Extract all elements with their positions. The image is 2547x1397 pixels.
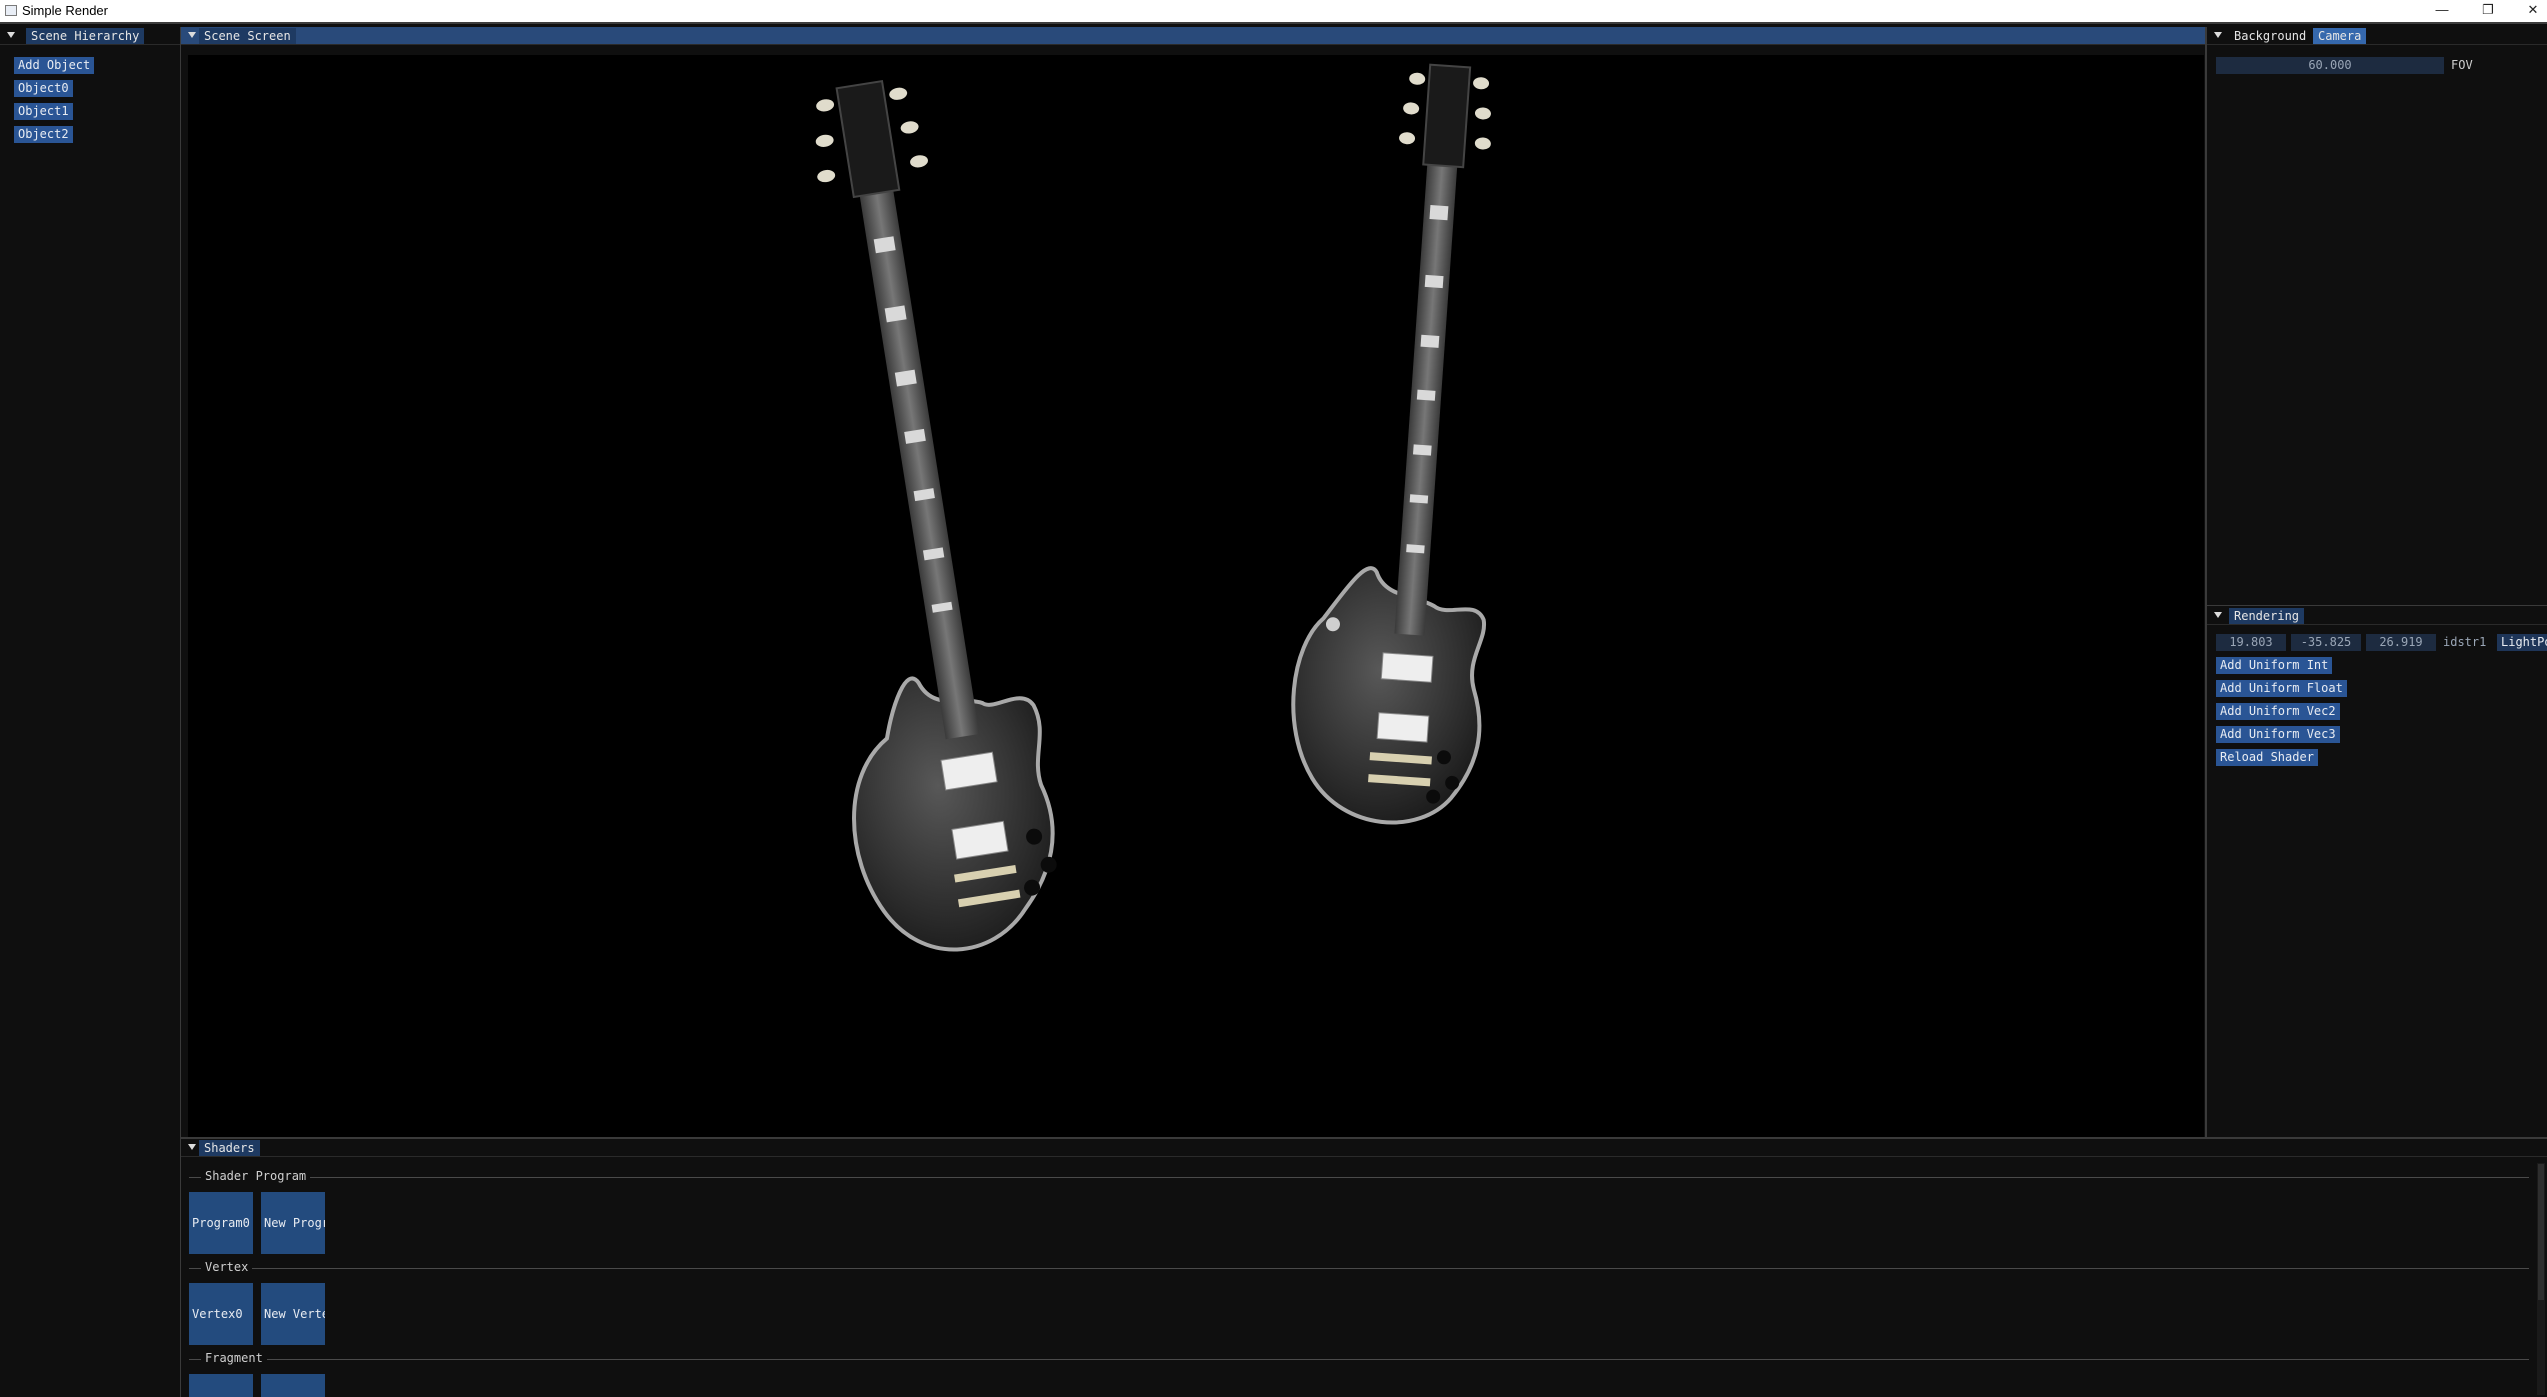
shader-program-section-label: Shader Program xyxy=(201,1169,311,1183)
scene-screen-header: Scene Screen xyxy=(181,27,2205,45)
shaders-panel-header: Shaders xyxy=(181,1139,2547,1157)
right-guitar xyxy=(1291,63,1491,825)
object-item-0[interactable]: Object0 xyxy=(14,80,73,97)
object-item-2[interactable]: Object2 xyxy=(14,126,73,143)
collapse-arrow-icon[interactable] xyxy=(7,32,15,38)
add-uniform-float-button[interactable]: Add Uniform Float xyxy=(2216,680,2347,697)
scrollbar-thumb[interactable] xyxy=(2538,1164,2544,1300)
reload-shader-button[interactable]: Reload Shader xyxy=(2216,749,2318,766)
window-title: Simple Render xyxy=(22,3,108,18)
fov-input[interactable]: 60.000 xyxy=(2216,57,2444,74)
add-uniform-vec3-button[interactable]: Add Uniform Vec3 xyxy=(2216,726,2340,743)
collapse-arrow-icon[interactable] xyxy=(188,1144,196,1150)
left-guitar xyxy=(815,79,1057,952)
collapse-arrow-icon[interactable] xyxy=(2214,612,2222,618)
camera-panel: Background Camera 60.000 FOV xyxy=(2207,27,2547,605)
tab-rendering[interactable]: Rendering xyxy=(2229,608,2305,624)
section-divider xyxy=(189,1177,2529,1178)
light-z-input[interactable]: 26.919 xyxy=(2366,634,2436,651)
new-vertex-tile[interactable]: New Vertex xyxy=(261,1283,325,1345)
section-divider xyxy=(189,1359,2529,1360)
guitars-render xyxy=(815,63,1491,952)
vertex-0-tile[interactable]: Vertex0 xyxy=(189,1283,253,1345)
scene-hierarchy-panel: Scene Hierarchy Add Object Object0 Objec… xyxy=(0,27,180,1397)
title-separator xyxy=(0,22,2547,24)
app-icon xyxy=(5,5,17,16)
tab-camera[interactable]: Camera xyxy=(2313,28,2367,44)
section-divider xyxy=(189,1268,2529,1269)
minimize-icon[interactable]: — xyxy=(2419,0,2465,22)
tab-scene-hierarchy[interactable]: Scene Hierarchy xyxy=(26,28,145,44)
close-icon[interactable]: ✕ xyxy=(2510,0,2547,22)
fov-label: FOV xyxy=(2451,58,2473,72)
fragment-0-tile[interactable] xyxy=(189,1374,253,1397)
rendering-panel: Rendering 19.803 -35.825 26.919 idstr1 L… xyxy=(2207,607,2547,1137)
object-item-1[interactable]: Object1 xyxy=(14,103,73,120)
add-uniform-vec2-button[interactable]: Add Uniform Vec2 xyxy=(2216,703,2340,720)
scene-hierarchy-header: Scene Hierarchy xyxy=(0,27,180,45)
tab-scene-screen[interactable]: Scene Screen xyxy=(199,28,296,44)
window-title-bar: Simple Render — ❐ ✕ xyxy=(0,0,2547,22)
add-object-button[interactable]: Add Object xyxy=(14,57,95,74)
new-program-tile[interactable]: New Program xyxy=(261,1192,325,1254)
uniform-label-button[interactable]: LightPo xyxy=(2497,634,2547,651)
collapse-arrow-icon[interactable] xyxy=(2214,32,2222,38)
new-fragment-tile[interactable] xyxy=(261,1374,325,1397)
fragment-section-label: Fragment xyxy=(201,1351,267,1365)
shaders-panel: Shaders Shader Program Program0 New Prog… xyxy=(181,1139,2547,1397)
add-uniform-int-button[interactable]: Add Uniform Int xyxy=(2216,657,2333,674)
restore-icon[interactable]: ❐ xyxy=(2465,0,2511,22)
scene-viewport[interactable] xyxy=(188,55,2204,1137)
light-y-input[interactable]: -35.825 xyxy=(2291,634,2361,651)
rendering-panel-header: Rendering xyxy=(2207,607,2547,625)
uniform-name-label: idstr1 xyxy=(2443,635,2487,649)
tab-shaders[interactable]: Shaders xyxy=(199,1140,260,1156)
collapse-arrow-icon[interactable] xyxy=(188,32,196,38)
light-x-input[interactable]: 19.803 xyxy=(2216,634,2286,651)
tab-background[interactable]: Background xyxy=(2229,28,2311,44)
vertex-section-label: Vertex xyxy=(201,1260,253,1274)
program-0-tile[interactable]: Program0 xyxy=(189,1192,253,1254)
panel-divider[interactable] xyxy=(2207,605,2547,606)
camera-panel-header: Background Camera xyxy=(2207,27,2547,45)
